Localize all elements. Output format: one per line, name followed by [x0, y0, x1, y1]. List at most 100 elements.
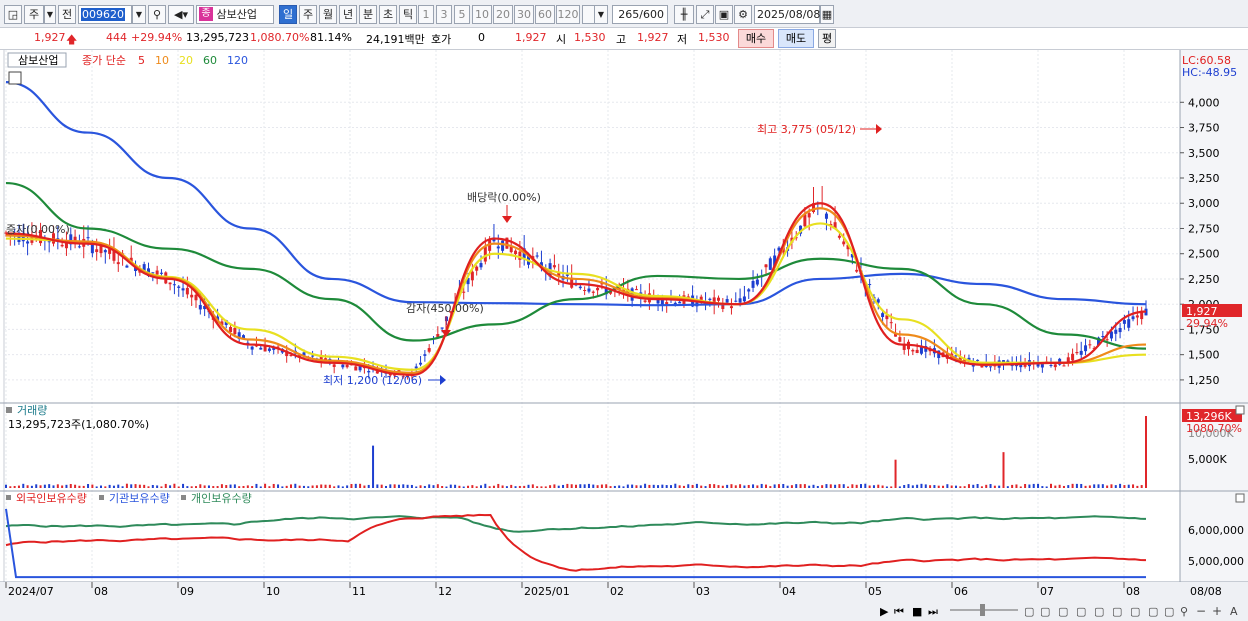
candle-type-icon[interactable]: ╫: [674, 5, 694, 24]
volume-badge-pct: 1080.70%: [1186, 422, 1242, 435]
interval-120[interactable]: 120: [556, 5, 580, 24]
volume-bar: [294, 483, 297, 488]
buy-button[interactable]: 매수: [738, 29, 774, 48]
candle-body: [501, 240, 505, 251]
volume-bar: [56, 484, 59, 488]
zoom-in-icon[interactable]: +: [1212, 604, 1222, 618]
tab-week[interactable]: 주: [299, 5, 317, 24]
candle-body: [86, 237, 90, 239]
interval-30[interactable]: 30: [514, 5, 534, 24]
layout-icon-6[interactable]: ▢: [1112, 605, 1122, 618]
layout-icon-3[interactable]: ▢: [1058, 605, 1068, 618]
volume-bar: [821, 485, 824, 488]
interval-1[interactable]: 1: [418, 5, 434, 24]
holdings-close-icon[interactable]: [1235, 493, 1245, 503]
candle-body: [462, 291, 466, 293]
layout-icon-7[interactable]: ▢: [1130, 605, 1140, 618]
tab-day[interactable]: 일: [279, 5, 297, 24]
grid-toggle-icon[interactable]: [8, 71, 22, 85]
evaluate-button[interactable]: 평: [818, 29, 836, 48]
volume-bar: [1097, 484, 1100, 488]
tab-tick[interactable]: 틱: [399, 5, 417, 24]
interval-dropdown-icon[interactable]: ▼: [594, 5, 608, 24]
volume-bar: [186, 486, 189, 488]
period-dropdown-icon[interactable]: ▼: [44, 5, 56, 24]
volume-bar: [501, 485, 504, 488]
stock-code-input[interactable]: 009620: [78, 5, 132, 24]
save-icon[interactable]: ▣: [715, 5, 733, 24]
period-select[interactable]: 주: [24, 5, 44, 24]
volume-bar: [553, 484, 556, 488]
volume-bar: [441, 486, 444, 488]
stock-name: 삼보산업: [216, 8, 257, 21]
scroll-stop-icon[interactable]: ■: [912, 605, 922, 618]
volume-bar: [1015, 484, 1018, 488]
volume-bar: [104, 486, 107, 488]
candle-body: [414, 366, 418, 369]
zoom-out-icon[interactable]: −: [1196, 604, 1206, 618]
volume-bar: [212, 486, 215, 488]
volume-bar: [877, 484, 880, 488]
layout-icon-9[interactable]: ▢: [1164, 605, 1174, 618]
volume-bar: [1075, 483, 1078, 488]
stock-name-field[interactable]: 종 삼보산업: [196, 5, 274, 24]
volume-bar: [998, 485, 1001, 488]
open-label: 시: [556, 33, 567, 46]
stock-code-dropdown-icon[interactable]: ▼: [132, 5, 146, 24]
volume-close-icon[interactable]: [1235, 405, 1245, 415]
search-zoom-icon[interactable]: ⚲: [1180, 605, 1188, 618]
volume-bar: [69, 484, 72, 488]
ma-legend-60: 60: [203, 54, 217, 67]
layout-icon-2[interactable]: ▢: [1040, 605, 1050, 618]
scroll-rewind-icon[interactable]: ⏮: [894, 605, 904, 618]
interval-60[interactable]: 60: [535, 5, 555, 24]
layout-icon-5[interactable]: ▢: [1094, 605, 1104, 618]
layout-icon-1[interactable]: ▢: [1024, 605, 1034, 618]
gear-icon[interactable]: ⚙: [734, 5, 752, 24]
volume-bar: [587, 483, 590, 488]
count-field[interactable]: 265/600: [612, 5, 668, 24]
search-icon[interactable]: ⚲: [148, 5, 166, 24]
interval-5[interactable]: 5: [454, 5, 470, 24]
ma-legend-20: 20: [179, 54, 193, 67]
layout-icon-4[interactable]: ▢: [1076, 605, 1086, 618]
volume-bar: [1088, 485, 1091, 488]
chart-settings-icon[interactable]: ◲: [4, 5, 22, 24]
candle-body: [95, 249, 99, 253]
tab-minute[interactable]: 분: [359, 5, 377, 24]
candle-body: [643, 300, 647, 302]
stock-chart[interactable]: 4,000 3,750 3,500 3,250 3,000 2,750 2,500 2,250…: [0, 50, 1248, 621]
tab-year[interactable]: 년: [339, 5, 357, 24]
interval-3[interactable]: 3: [436, 5, 452, 24]
volume-bar: [1028, 484, 1031, 488]
candle-body: [1084, 345, 1088, 352]
volume-bar: [985, 484, 988, 488]
interval-10[interactable]: 10: [472, 5, 492, 24]
volume-bar: [492, 485, 495, 488]
volume-bar: [989, 484, 992, 488]
scroll-right-icon[interactable]: ▶: [880, 605, 889, 618]
interval-20[interactable]: 20: [493, 5, 513, 24]
volume-bar: [1127, 484, 1130, 488]
sell-button[interactable]: 매도: [778, 29, 814, 48]
tab-second[interactable]: 초: [379, 5, 397, 24]
candle-body: [755, 279, 759, 285]
price-tick-label: 1,250: [1188, 374, 1220, 387]
tab-month[interactable]: 월: [319, 5, 337, 24]
prev-button[interactable]: 전: [58, 5, 76, 24]
volume-bar: [769, 486, 772, 488]
calendar-icon[interactable]: ▦: [820, 5, 834, 24]
volume-bar: [765, 484, 767, 488]
layout-icon-8[interactable]: ▢: [1148, 605, 1158, 618]
line-tool-icon[interactable]: ⤢: [696, 5, 714, 24]
candle-body: [764, 264, 768, 268]
volume-bar: [596, 485, 599, 488]
candle-body: [721, 305, 725, 309]
font-size-icon[interactable]: A: [1230, 605, 1238, 618]
zoom-slider-handle[interactable]: [980, 604, 985, 616]
scroll-controls[interactable]: ▶ ⏮ ■ ⏭ ▢ ▢ ▢ ▢ ▢ ▢ ▢ ▢ ▢ ⚲ − + A: [880, 604, 1238, 618]
speaker-icon[interactable]: ◀▾: [168, 5, 194, 24]
candle-body: [475, 266, 479, 271]
date-field[interactable]: 2025/08/08: [754, 5, 820, 24]
scroll-forward-icon[interactable]: ⏭: [928, 605, 938, 618]
